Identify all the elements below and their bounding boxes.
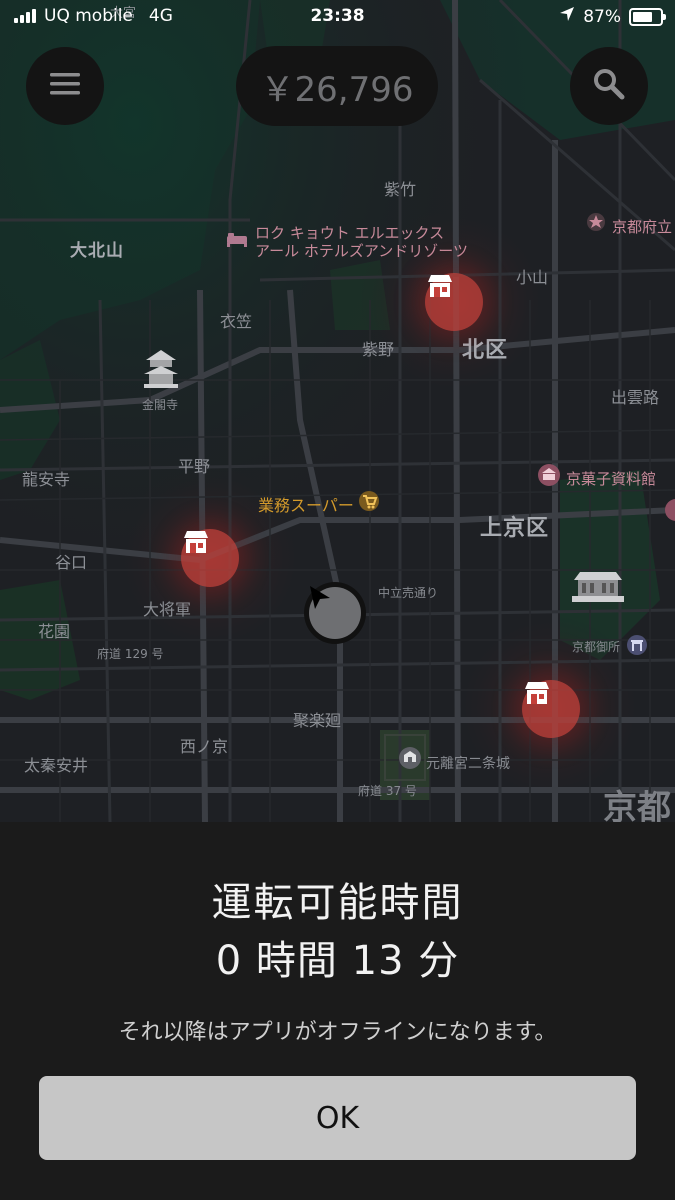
map-label: 中立売通り	[378, 586, 439, 600]
map-label: 北区	[462, 338, 509, 363]
map-label: 大北山	[70, 241, 124, 261]
map-label: 京都御所	[572, 640, 621, 654]
hamburger-icon	[50, 72, 80, 100]
location-icon	[559, 6, 575, 27]
search-button[interactable]	[570, 47, 648, 125]
map-label: アール ホテルズアンドリゾーツ	[255, 242, 468, 260]
map-label: 聚楽廻	[293, 711, 342, 730]
map-label: 上京区	[480, 516, 550, 541]
map-label: 小山	[516, 268, 549, 287]
map-label: 谷口	[55, 553, 88, 572]
dialog-title: 運転可能時間	[211, 880, 464, 926]
status-bar: UQ mobile 4G 23:38 87%	[0, 0, 675, 34]
search-icon	[592, 67, 626, 105]
ok-button-label: OK	[315, 1100, 360, 1136]
ok-button[interactable]: OK	[39, 1076, 636, 1160]
map-label: 京都府立	[612, 218, 673, 236]
dialog-message: それ以降はアプリがオフラインになります。	[118, 1020, 557, 1045]
map-label: 京都	[603, 788, 671, 822]
store-icon[interactable]	[522, 680, 580, 738]
menu-button[interactable]	[26, 47, 104, 125]
current-location-icon	[304, 582, 366, 644]
map-label: 府道 129 号	[97, 647, 164, 661]
driving-time-dialog: 運転可能時間 0 時間 13 分 それ以降はアプリがオフラインになります。 OK	[0, 822, 675, 1200]
map-label: 紫野	[362, 340, 395, 359]
map-label: 出雲路	[611, 388, 660, 407]
map-label: 龍安寺	[22, 470, 71, 489]
map-label: 太秦安井	[24, 756, 89, 775]
earnings-amount: ￥26,796	[260, 69, 414, 110]
battery-percent: 87%	[583, 6, 621, 27]
map-label: 元離宮二条城	[426, 756, 510, 772]
map-label: 京菓子資料館	[566, 470, 657, 488]
store-icon[interactable]	[181, 529, 239, 587]
remaining-time: 0 時間 13 分	[215, 938, 460, 984]
map-label: 金閣寺	[142, 398, 179, 412]
map-label: 大将軍	[143, 600, 192, 619]
store-icon[interactable]	[425, 273, 483, 331]
map-label: 紫竹	[384, 180, 417, 199]
map-label: 西ノ京	[180, 737, 229, 756]
map-label: 花園	[38, 622, 71, 641]
map-label: 府道 37 号	[358, 784, 417, 798]
battery-icon	[629, 7, 666, 26]
earnings-pill[interactable]: ￥26,796	[236, 46, 438, 126]
map-label: 業務スーパー	[258, 496, 354, 515]
map-label: 衣笠	[220, 312, 253, 331]
map-label: 平野	[178, 457, 211, 476]
